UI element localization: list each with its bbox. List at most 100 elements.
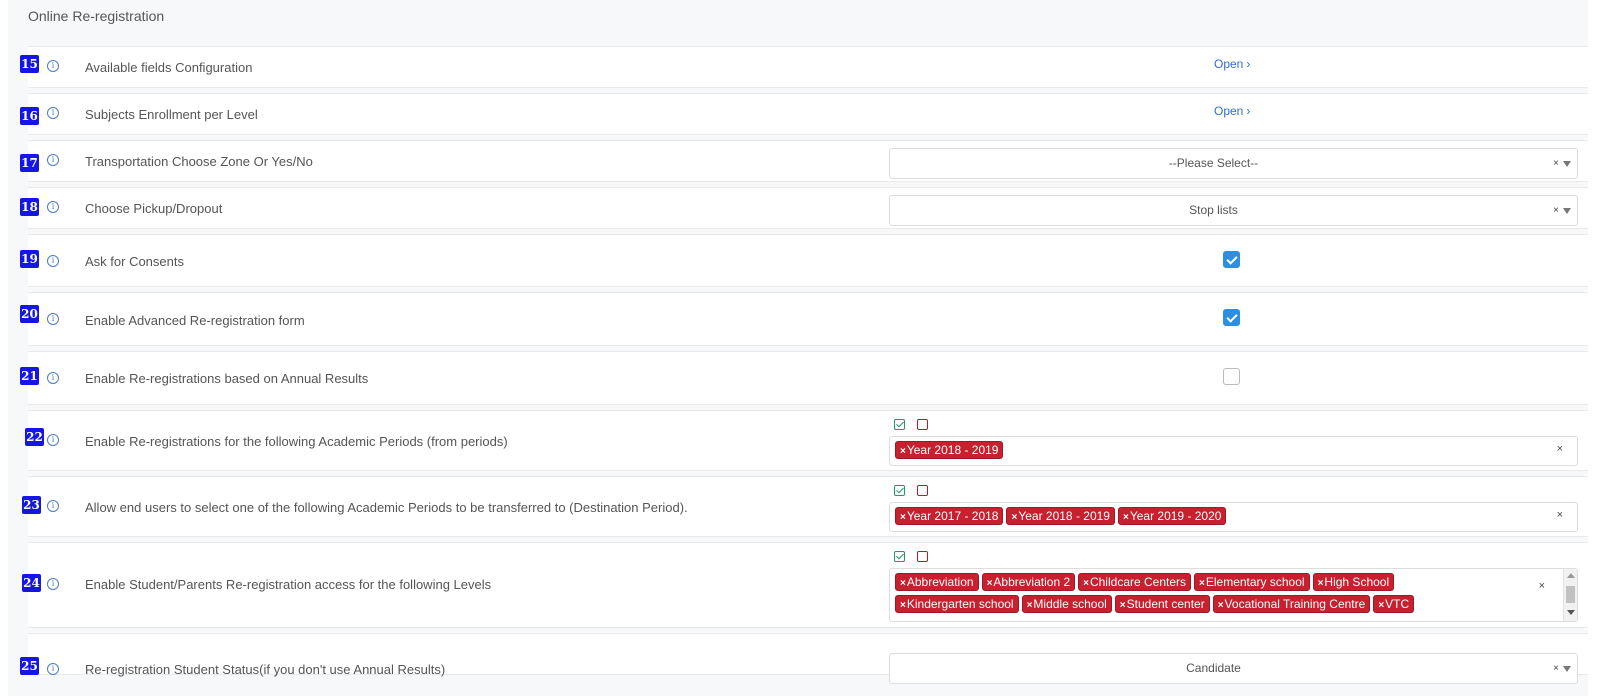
tag-label: Student center xyxy=(1126,597,1205,611)
section-title: Online Re-registration xyxy=(28,8,165,24)
tag-label: Middle school xyxy=(1033,597,1107,611)
row-number-badge: 24 xyxy=(22,574,41,592)
close-icon[interactable]: × xyxy=(1539,580,1545,592)
tag-remove-icon[interactable]: × xyxy=(900,446,906,457)
tag-list: ×Year 2018 - 2019 xyxy=(895,441,1537,463)
close-icon[interactable]: × xyxy=(1553,654,1559,683)
open-available-fields-link[interactable]: Open › xyxy=(1214,57,1250,71)
tag-remove-icon[interactable]: × xyxy=(1027,600,1033,611)
scrollbar[interactable] xyxy=(1563,569,1577,621)
info-circle-icon[interactable]: i xyxy=(47,313,59,325)
selected-tag[interactable]: ×High School xyxy=(1312,573,1395,591)
info-circle-icon[interactable]: i xyxy=(47,663,59,675)
info-circle-icon[interactable]: i xyxy=(47,500,59,512)
selected-tag[interactable]: ×Abbreviation xyxy=(895,573,979,591)
info-circle-icon[interactable]: i xyxy=(47,578,59,590)
info-circle-icon[interactable]: i xyxy=(47,107,59,119)
pickup-dropout-select[interactable]: Stop lists × xyxy=(889,195,1578,226)
tag-label: Elementary school xyxy=(1205,575,1305,589)
scroll-thumb[interactable] xyxy=(1566,586,1575,603)
open-subjects-enrollment-link[interactable]: Open › xyxy=(1214,104,1250,118)
row-number-badge: 25 xyxy=(20,657,39,675)
row-number-badge: 19 xyxy=(20,250,39,268)
selected-tag[interactable]: ×Student center xyxy=(1114,595,1210,613)
square-icon[interactable] xyxy=(917,551,928,562)
ask-for-consents-checkbox[interactable] xyxy=(1223,251,1240,268)
selected-tag[interactable]: ×Year 2019 - 2020 xyxy=(1117,507,1227,525)
close-icon[interactable]: × xyxy=(1557,443,1563,455)
row-number-badge: 18 xyxy=(20,198,39,216)
caret-down-icon[interactable] xyxy=(1563,208,1571,214)
caret-down-icon[interactable] xyxy=(1563,161,1571,167)
info-circle-icon[interactable]: i xyxy=(47,201,59,213)
setting-label: Choose Pickup/Dropout xyxy=(85,201,223,216)
selected-tag[interactable]: ×Year 2018 - 2019 xyxy=(895,441,1004,459)
tag-remove-icon[interactable]: × xyxy=(900,578,906,589)
info-circle-icon[interactable]: i xyxy=(47,255,59,267)
square-icon[interactable] xyxy=(917,485,928,496)
tag-remove-icon[interactable]: × xyxy=(900,512,906,523)
tag-remove-icon[interactable]: × xyxy=(1120,600,1126,611)
square-icon[interactable] xyxy=(917,419,928,430)
close-icon[interactable]: × xyxy=(1557,509,1563,521)
info-circle-icon[interactable]: i xyxy=(47,60,59,72)
info-circle-icon[interactable]: i xyxy=(47,372,59,384)
setting-row-16 xyxy=(28,93,1588,135)
row-number-badge: 22 xyxy=(25,428,44,446)
tag-remove-icon[interactable]: × xyxy=(900,600,906,611)
tag-remove-icon[interactable]: × xyxy=(1218,600,1224,611)
select-value: Candidate xyxy=(1186,661,1241,675)
tag-label: Abbreviation 2 xyxy=(993,575,1071,589)
tag-label: Year 2018 - 2019 xyxy=(906,443,999,457)
tag-label: Childcare Centers xyxy=(1089,575,1187,589)
tag-list: ×Abbreviation ×Abbreviation 2 ×Childcare C… xyxy=(895,573,1531,617)
setting-label: Enable Student/Parents Re-registration a… xyxy=(85,577,492,592)
tag-remove-icon[interactable]: × xyxy=(1318,578,1324,589)
tag-remove-icon[interactable]: × xyxy=(1011,512,1017,523)
scroll-up-icon[interactable] xyxy=(1567,573,1575,578)
tag-label: Vocational Training Centre xyxy=(1224,597,1366,611)
info-circle-icon[interactable]: i xyxy=(47,154,59,166)
check-square-icon[interactable] xyxy=(894,485,905,496)
row-number-badge: 21 xyxy=(20,367,39,385)
tag-label: Year 2018 - 2019 xyxy=(1018,509,1110,523)
selected-tag[interactable]: ×Year 2018 - 2019 xyxy=(1006,507,1115,525)
selected-tag[interactable]: ×VTC xyxy=(1373,595,1415,613)
setting-label: Subjects Enrollment per Level xyxy=(85,107,258,122)
tag-label: Kindergarten school xyxy=(906,597,1014,611)
student-status-select[interactable]: Candidate × xyxy=(889,653,1578,684)
tag-label: High School xyxy=(1324,575,1390,589)
info-circle-icon[interactable]: i xyxy=(47,434,59,446)
tag-remove-icon[interactable]: × xyxy=(1199,578,1205,589)
annual-results-checkbox[interactable] xyxy=(1223,368,1240,385)
levels-multiselect[interactable]: ×Abbreviation ×Abbreviation 2 ×Childcare C… xyxy=(889,568,1578,622)
from-periods-multiselect[interactable]: ×Year 2018 - 2019 × xyxy=(889,436,1578,466)
setting-row-15 xyxy=(28,46,1588,88)
selected-tag[interactable]: ×Elementary school xyxy=(1194,573,1310,591)
transportation-zone-select[interactable]: --Please Select-- × xyxy=(889,148,1578,179)
selected-tag[interactable]: ×Middle school xyxy=(1021,595,1112,613)
setting-label: Ask for Consents xyxy=(85,254,184,269)
selected-tag[interactable]: ×Year 2017 - 2018 xyxy=(895,507,1004,525)
selected-tag[interactable]: ×Abbreviation 2 xyxy=(981,573,1076,591)
selected-tag[interactable]: ×Childcare Centers xyxy=(1078,573,1192,591)
scroll-down-icon[interactable] xyxy=(1567,610,1575,615)
row-number-badge: 15 xyxy=(20,55,39,73)
setting-row-19 xyxy=(28,234,1588,287)
check-square-icon[interactable] xyxy=(894,419,905,430)
destination-periods-multiselect[interactable]: ×Year 2017 - 2018 ×Year 2018 - 2019 ×Year … xyxy=(889,502,1578,532)
setting-label: Available fields Configuration xyxy=(85,60,253,75)
tag-label: VTC xyxy=(1385,597,1410,611)
tag-remove-icon[interactable]: × xyxy=(987,578,993,589)
tag-remove-icon[interactable]: × xyxy=(1123,512,1129,523)
check-square-icon[interactable] xyxy=(894,551,905,562)
tag-remove-icon[interactable]: × xyxy=(1378,600,1384,611)
selected-tag[interactable]: ×Vocational Training Centre xyxy=(1212,595,1371,613)
tag-remove-icon[interactable]: × xyxy=(1083,578,1089,589)
row-number-badge: 17 xyxy=(20,154,39,172)
selected-tag[interactable]: ×Kindergarten school xyxy=(895,595,1019,613)
advanced-reregistration-checkbox[interactable] xyxy=(1223,309,1240,326)
close-icon[interactable]: × xyxy=(1553,196,1559,225)
close-icon[interactable]: × xyxy=(1553,149,1559,178)
caret-down-icon[interactable] xyxy=(1563,666,1571,672)
